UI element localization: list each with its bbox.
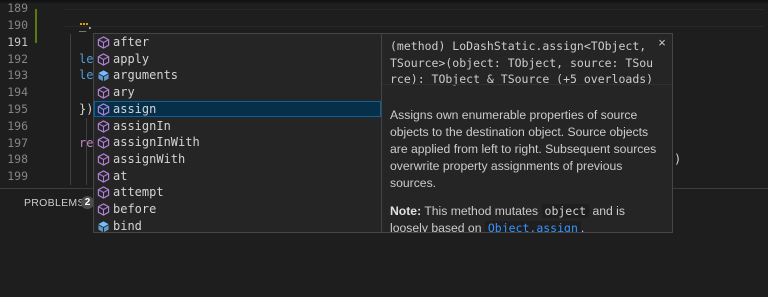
code-fragment: ) xyxy=(674,152,682,166)
suggest-item-after[interactable]: after xyxy=(94,34,381,51)
current-line-highlight xyxy=(64,9,764,27)
suggest-item-attempt[interactable]: attempt xyxy=(94,184,381,201)
suggest-item-label: after xyxy=(113,35,150,49)
suggest-item-assignin[interactable]: assignIn xyxy=(94,118,381,135)
code-fragment: re xyxy=(79,136,94,150)
suggest-item-label: arguments xyxy=(113,68,179,83)
tab-problems[interactable]: PROBLEMS xyxy=(24,197,85,209)
method-cube-icon xyxy=(97,119,110,133)
method-cube-icon xyxy=(97,153,110,166)
method-cube-icon xyxy=(97,169,110,183)
variable-icon xyxy=(97,220,110,232)
suggest-item-label: assignInWith xyxy=(113,135,200,150)
line-number: 193 xyxy=(7,68,28,82)
code-fragment: le xyxy=(79,68,94,82)
method-documentation: Assigns own enumerable properties of sou… xyxy=(390,108,657,190)
suggest-item-label: bind xyxy=(113,218,142,233)
code-fragment: le xyxy=(79,52,94,66)
line-number: 191 xyxy=(7,35,28,49)
suggest-item-label: at xyxy=(113,168,128,183)
close-icon[interactable]: × xyxy=(656,36,668,50)
method-cube-icon xyxy=(97,203,110,216)
note-inline-code: object xyxy=(541,204,590,218)
note-label: Note: xyxy=(390,204,422,218)
suggest-item-label: attempt xyxy=(113,185,164,200)
suggest-item-label: assignWith xyxy=(113,151,186,166)
object-assign-link[interactable]: Object.assign xyxy=(484,221,581,232)
note-text: loosely based on xyxy=(390,221,485,233)
scroll-shadow xyxy=(0,0,768,4)
suggest-item-label: assign xyxy=(113,101,157,116)
suggest-widget[interactable]: after apply arguments ary assign assignIn assi… xyxy=(93,33,382,233)
note-text: . xyxy=(580,221,585,233)
suggest-item-label: apply xyxy=(113,51,150,66)
suggest-item-before[interactable]: before xyxy=(94,201,381,218)
gutter-modified-marker xyxy=(35,9,37,43)
note-text: This method mutates xyxy=(421,204,542,218)
method-cube-icon xyxy=(97,86,110,99)
method-cube-icon xyxy=(97,186,110,200)
line-number: 196 xyxy=(7,119,28,133)
method-signature: (method) LoDashStatic.assign<TObject, TS… xyxy=(390,39,654,86)
variable-icon xyxy=(97,69,110,82)
suggest-item-bind[interactable]: bind xyxy=(94,218,381,233)
line-number: 197 xyxy=(7,136,28,150)
note-text: and is xyxy=(589,204,625,218)
line-number: 192 xyxy=(7,52,28,66)
suggest-item-assign[interactable]: assign xyxy=(94,100,381,118)
method-cube-icon xyxy=(97,36,110,49)
suggest-item-label: assignIn xyxy=(113,118,171,133)
suggest-item-apply[interactable]: apply xyxy=(94,51,381,68)
code-fragment: }) xyxy=(79,102,94,116)
suggest-item-label: ary xyxy=(113,85,135,100)
method-cube-icon xyxy=(97,52,110,66)
line-number: 199 xyxy=(7,169,28,183)
indent-guide xyxy=(70,34,71,185)
suggest-details: (method) LoDashStatic.assign<TObject, TS… xyxy=(381,33,673,233)
warning-squiggle xyxy=(80,20,88,25)
suggest-item-at[interactable]: at xyxy=(94,168,381,185)
method-note: Note: This method mutates object and is … xyxy=(390,203,670,233)
method-cube-icon xyxy=(97,136,110,149)
line-number: 189 xyxy=(7,1,28,15)
line-number: 195 xyxy=(7,102,28,116)
line-number: 198 xyxy=(7,152,28,166)
suggest-item-assigninwith[interactable]: assignInWith xyxy=(94,134,381,151)
suggest-item-arguments[interactable]: arguments xyxy=(94,67,381,84)
suggest-item-assignwith[interactable]: assignWith xyxy=(94,151,381,168)
line-number: 194 xyxy=(7,85,28,99)
suggest-item-label: before xyxy=(113,202,157,216)
suggest-item-ary[interactable]: ary xyxy=(94,84,381,101)
details-divider xyxy=(382,84,672,85)
line-number: 190 xyxy=(7,18,28,32)
method-cube-icon xyxy=(97,103,110,116)
